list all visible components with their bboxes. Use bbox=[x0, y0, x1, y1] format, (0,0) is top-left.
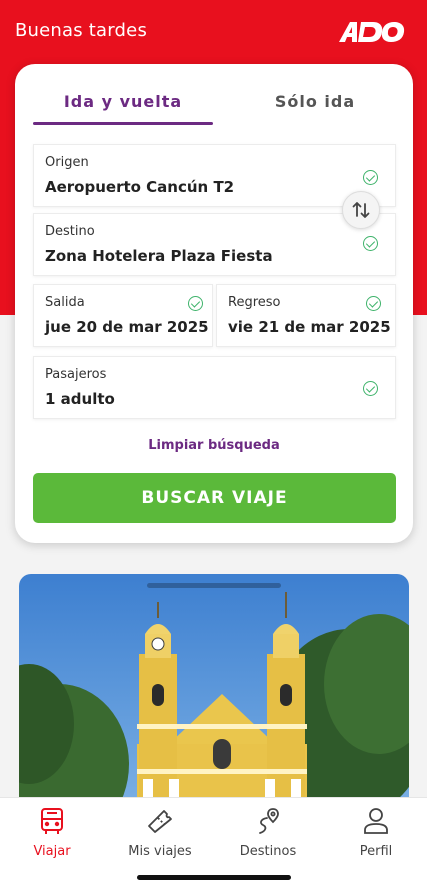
promo-church-image bbox=[19, 574, 409, 824]
check-circle-icon bbox=[188, 296, 203, 311]
tab-round-trip[interactable]: Ida y vuelta bbox=[33, 92, 213, 111]
home-indicator bbox=[137, 875, 291, 880]
tab-one-way[interactable]: Sólo ida bbox=[235, 92, 395, 111]
search-card: Ida y vuelta Sólo ida Origen Aeropuerto … bbox=[15, 64, 413, 543]
check-circle-icon bbox=[363, 236, 378, 251]
promo-drag-handle[interactable] bbox=[147, 583, 281, 588]
bus-icon bbox=[41, 808, 63, 834]
departure-date-field[interactable]: Salida jue 20 de mar 2025 bbox=[33, 284, 213, 347]
nav-label: Viajar bbox=[33, 844, 71, 859]
check-circle-icon bbox=[363, 170, 378, 185]
swap-button[interactable] bbox=[342, 191, 380, 229]
passengers-value: 1 adulto bbox=[45, 390, 115, 408]
destination-label: Destino bbox=[45, 224, 95, 239]
user-icon bbox=[364, 808, 388, 834]
origin-value: Aeropuerto Cancún T2 bbox=[45, 178, 235, 196]
destination-value: Zona Hotelera Plaza Fiesta bbox=[45, 247, 273, 265]
return-value: vie 21 de mar 2025 bbox=[228, 318, 391, 336]
check-circle-icon bbox=[363, 381, 378, 396]
active-tab-indicator bbox=[33, 122, 213, 125]
nav-label: Perfil bbox=[359, 844, 393, 859]
bottom-navigation: Viajar Mis viajes Destinos Perfil bbox=[0, 797, 427, 886]
nav-item-mis-viajes[interactable]: Mis viajes bbox=[110, 806, 210, 859]
departure-label: Salida bbox=[45, 295, 85, 310]
nav-item-viajar[interactable]: Viajar bbox=[2, 806, 102, 859]
return-date-field[interactable]: Regreso vie 21 de mar 2025 bbox=[216, 284, 396, 347]
nav-label: Destinos bbox=[239, 844, 297, 859]
promo-banner[interactable] bbox=[19, 574, 409, 824]
clear-search-link[interactable]: Limpiar búsqueda bbox=[15, 438, 413, 453]
greeting-text: Buenas tardes bbox=[15, 20, 148, 41]
swap-arrows-icon bbox=[352, 202, 370, 218]
return-label: Regreso bbox=[228, 295, 281, 310]
ticket-icon bbox=[148, 810, 172, 833]
ado-logo bbox=[339, 22, 405, 42]
nav-label: Mis viajes bbox=[128, 844, 192, 859]
check-circle-icon bbox=[366, 296, 381, 311]
nav-item-perfil[interactable]: Perfil bbox=[326, 806, 426, 859]
passengers-label: Pasajeros bbox=[45, 367, 107, 382]
route-pin-icon bbox=[259, 808, 279, 834]
passengers-field[interactable]: Pasajeros 1 adulto bbox=[33, 356, 396, 419]
search-trip-button[interactable]: BUSCAR VIAJE bbox=[33, 473, 396, 523]
origin-label: Origen bbox=[45, 155, 89, 170]
departure-value: jue 20 de mar 2025 bbox=[45, 318, 209, 336]
origin-field[interactable]: Origen Aeropuerto Cancún T2 bbox=[33, 144, 396, 207]
destination-field[interactable]: Destino Zona Hotelera Plaza Fiesta bbox=[33, 213, 396, 276]
nav-item-destinos[interactable]: Destinos bbox=[218, 806, 318, 859]
